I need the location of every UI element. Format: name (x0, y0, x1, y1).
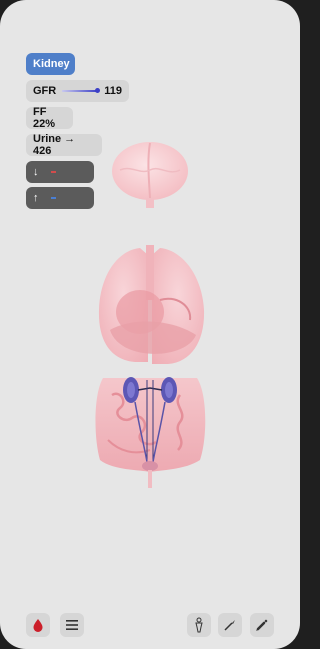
anatomy-illustration (95, 142, 206, 488)
abdomen[interactable] (95, 378, 206, 472)
syringe-icon (256, 619, 268, 631)
brain[interactable] (112, 142, 188, 208)
person-icon (195, 617, 203, 633)
scalpel-icon (224, 620, 235, 631)
scalpel-button[interactable] (218, 613, 242, 637)
blood-drop-icon (33, 619, 43, 632)
body-view-button[interactable] (187, 613, 211, 637)
app-screen: Kidney GFR 119 FF 22% Urine → 426 ↓ ↑ (0, 0, 300, 649)
menu-button[interactable] (60, 613, 84, 637)
thorax[interactable] (98, 245, 205, 364)
syringe-button[interactable] (250, 613, 274, 637)
blood-button[interactable] (26, 613, 50, 637)
menu-icon (66, 620, 78, 630)
